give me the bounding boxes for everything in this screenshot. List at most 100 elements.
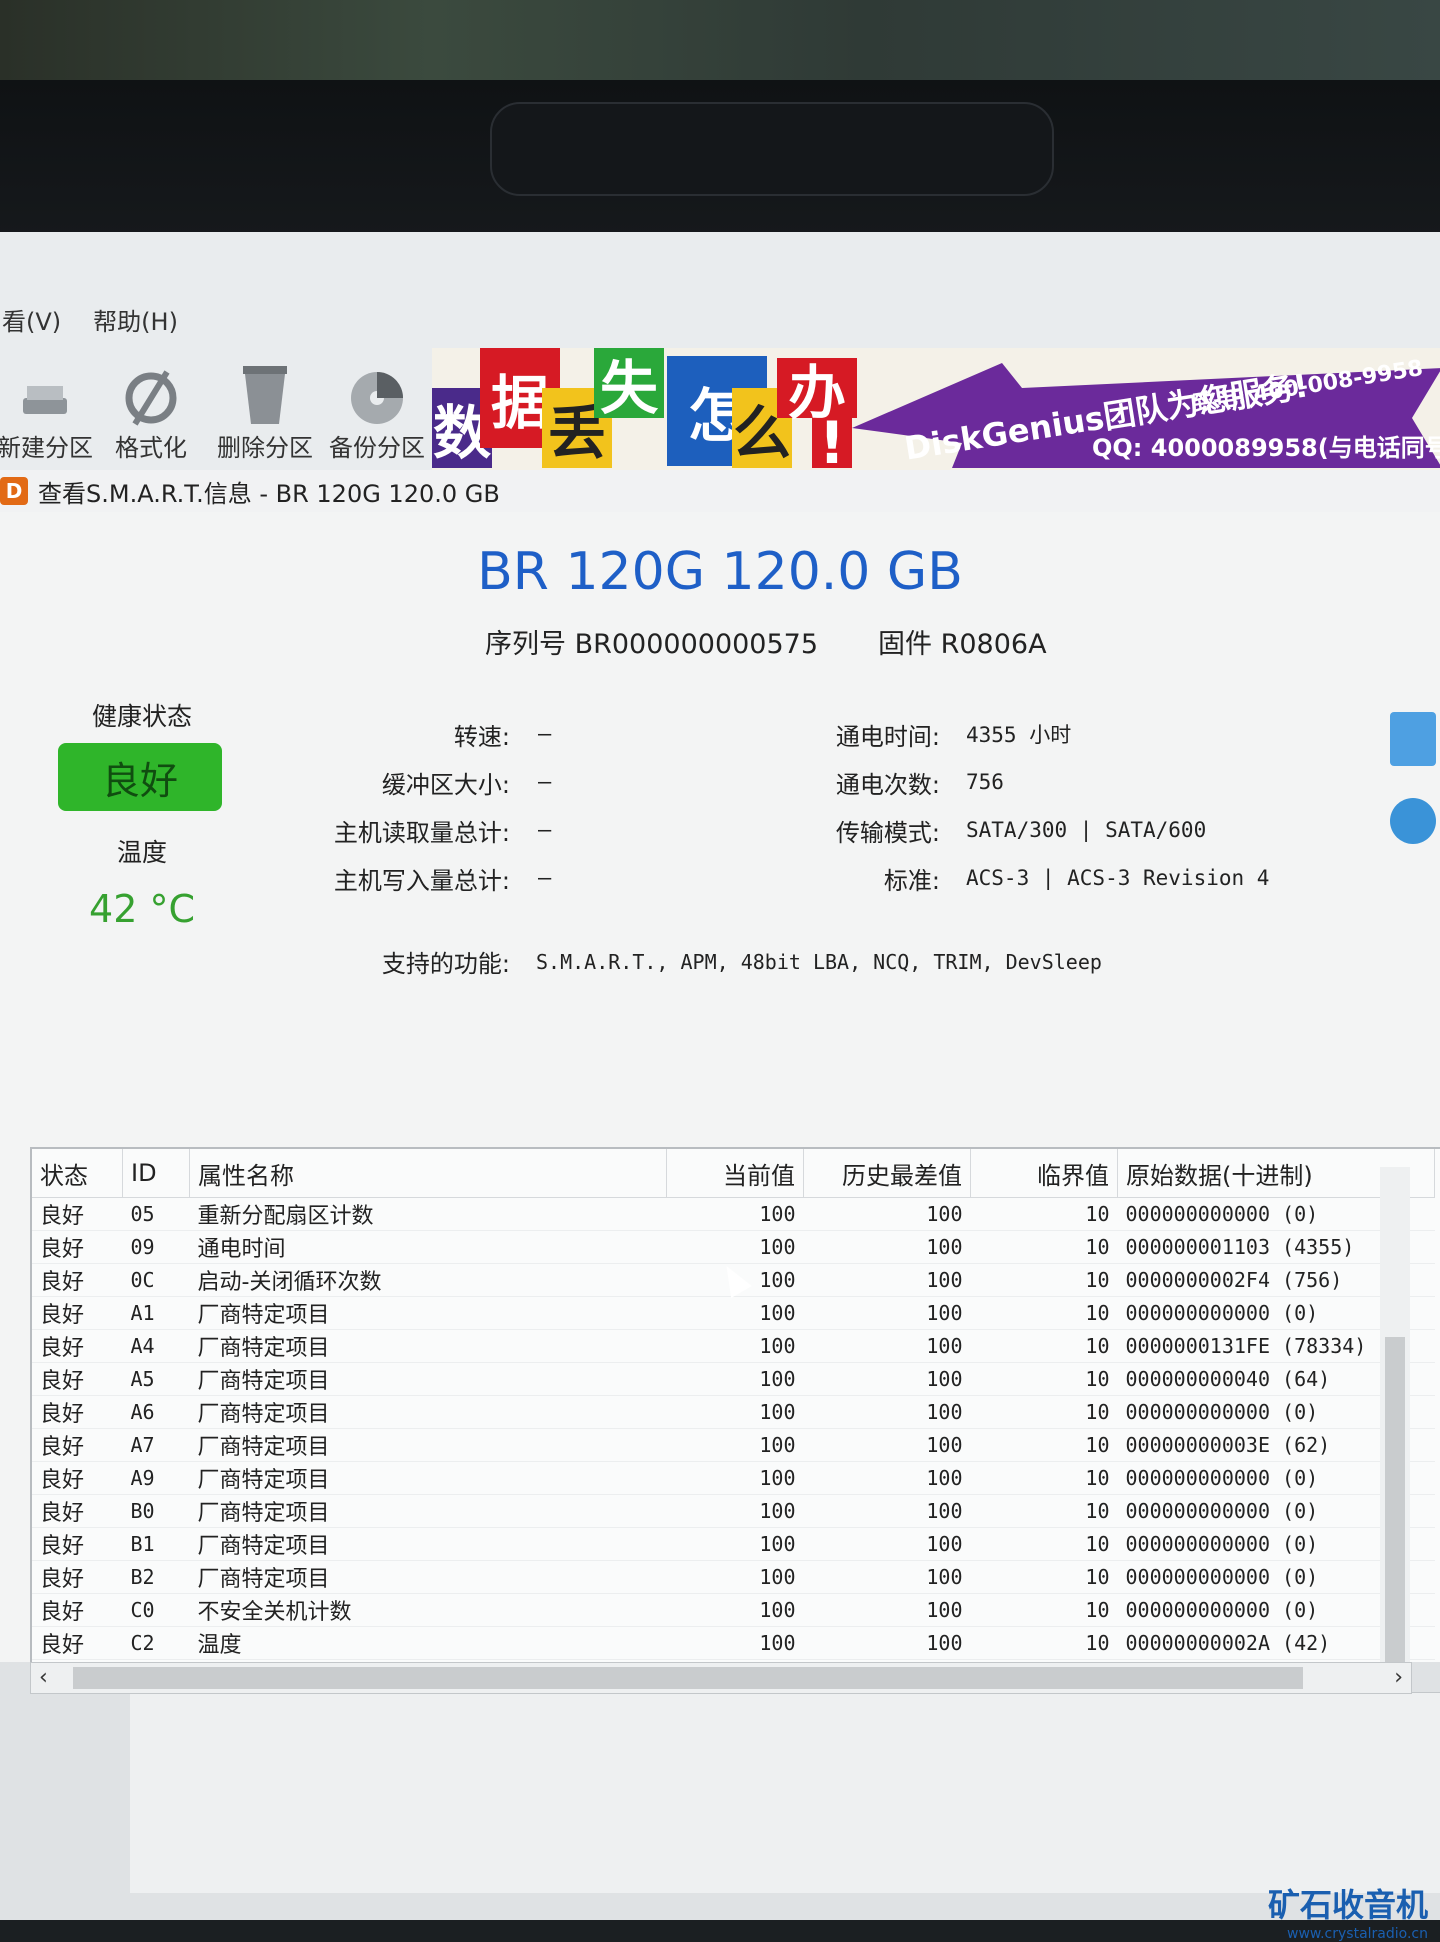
info-left: 转速: — 缓冲区大小: — 主机读取量总计: — 主机写入量总计: — — [300, 710, 560, 902]
info-row: 缓冲区大小: — — [300, 758, 560, 806]
watermark-name: 矿石收音机 — [1267, 1886, 1428, 1924]
col-worst[interactable]: 历史最差值 — [803, 1149, 971, 1198]
features-label: 支持的功能: — [381, 950, 510, 978]
table-row[interactable]: 良好 C0 不安全关机计数 100 100 10 000000000000 (0) — [32, 1593, 1435, 1627]
cell-attr-name: 厂商特定项目 — [189, 1560, 667, 1594]
col-attr-name[interactable]: 属性名称 — [189, 1149, 667, 1198]
cell-worst: 100 — [803, 1329, 971, 1363]
table-row[interactable]: 良好 A5 厂商特定项目 100 100 10 000000000040 (64) — [32, 1362, 1435, 1396]
cell-status: 良好 — [32, 1395, 123, 1429]
cell-worst: 100 — [803, 1527, 971, 1561]
table-row[interactable]: 良好 A1 厂商特定项目 100 100 10 000000000000 (0) — [32, 1296, 1435, 1330]
table-row[interactable]: 良好 B1 厂商特定项目 100 100 10 000000000000 (0) — [32, 1527, 1435, 1561]
cell-id: A7 — [122, 1428, 190, 1462]
serial-label: 序列号 — [485, 629, 566, 660]
monitor-notch — [490, 102, 1054, 196]
info-key: 通电时间: — [835, 722, 940, 751]
menu-view[interactable]: 看(V) — [0, 302, 63, 338]
table-row[interactable]: 良好 A4 厂商特定项目 100 100 10 0000000131FE (78334) — [32, 1329, 1435, 1363]
cell-attr-name: 不安全关机计数 — [189, 1593, 667, 1627]
table-row[interactable]: 良好 A7 厂商特定项目 100 100 10 00000000003E (62) — [32, 1428, 1435, 1462]
horizontal-scrollbar[interactable]: ‹ › — [30, 1662, 1412, 1694]
cell-status: 良好 — [32, 1263, 123, 1297]
new-partition-button[interactable]: 新建分区 — [0, 358, 100, 463]
cell-status: 良好 — [32, 1296, 123, 1330]
cell-current: 100 — [666, 1593, 804, 1627]
cell-worst: 100 — [803, 1197, 971, 1231]
col-status[interactable]: 状态 — [32, 1149, 123, 1198]
scroll-right-icon[interactable]: › — [1394, 1665, 1403, 1690]
cell-id: A6 — [122, 1395, 190, 1429]
table-row[interactable]: 良好 A6 厂商特定项目 100 100 10 000000000000 (0) — [32, 1395, 1435, 1429]
table-row[interactable]: 良好 B2 厂商特定项目 100 100 10 000000000000 (0) — [32, 1560, 1435, 1594]
cell-threshold: 10 — [970, 1527, 1118, 1561]
table-row[interactable]: 良好 09 通电时间 100 100 10 000000001103 (4355) — [32, 1230, 1435, 1264]
info-key: 转速: — [453, 722, 510, 751]
cell-attr-name: 启动-关闭循环次数 — [189, 1263, 667, 1297]
cell-worst: 100 — [803, 1626, 971, 1660]
cell-current: 100 — [666, 1527, 804, 1561]
cell-threshold: 10 — [970, 1461, 1118, 1495]
cell-id: A5 — [122, 1362, 190, 1396]
table-row[interactable]: 良好 C2 温度 100 100 10 00000000002A (42) — [32, 1626, 1435, 1660]
cell-status: 良好 — [32, 1428, 123, 1462]
cell-attr-name: 重新分配扇区计数 — [189, 1197, 667, 1231]
cell-attr-name: 厂商特定项目 — [189, 1527, 667, 1561]
table-row[interactable]: 良好 05 重新分配扇区计数 100 100 10 000000000000 (0) — [32, 1197, 1435, 1231]
info-key: 主机读取量总计: — [333, 818, 510, 847]
refresh-icon[interactable] — [1390, 798, 1436, 844]
cell-attr-name: 厂商特定项目 — [189, 1329, 667, 1363]
banner-tile: 失 — [594, 348, 664, 422]
serial-value: BR000000000575 — [574, 629, 819, 660]
cell-worst: 100 — [803, 1560, 971, 1594]
cell-attr-name: 厂商特定项目 — [189, 1362, 667, 1396]
cell-current: 100 — [666, 1560, 804, 1594]
col-threshold[interactable]: 临界值 — [970, 1149, 1118, 1198]
save-icon[interactable] — [1390, 712, 1436, 766]
table-row[interactable]: 良好 A9 厂商特定项目 100 100 10 000000000000 (0) — [32, 1461, 1435, 1495]
format-label: 格式化 — [115, 434, 187, 462]
health-panel: 健康状态 良好 温度 42 °C — [58, 697, 226, 931]
backup-partition-button[interactable]: 备份分区 — [322, 358, 432, 463]
table-row[interactable]: 良好 B0 厂商特定项目 100 100 10 000000000000 (0) — [32, 1494, 1435, 1528]
delete-partition-button[interactable]: 删除分区 — [210, 358, 320, 463]
cell-current: 100 — [666, 1362, 804, 1396]
screen: 看(V) 帮助(H) 新建分区 格式化 删除分区 备份分区 数 据 丢 失 怎 … — [0, 232, 1440, 1920]
cell-id: A4 — [122, 1329, 190, 1363]
cell-worst: 100 — [803, 1296, 971, 1330]
cell-current: 100 — [666, 1461, 804, 1495]
cell-threshold: 10 — [970, 1560, 1118, 1594]
temperature-value: 42 °C — [89, 887, 195, 931]
menu-help[interactable]: 帮助(H) — [91, 302, 180, 338]
info-key: 传输模式: — [835, 818, 940, 847]
cell-status: 良好 — [32, 1593, 123, 1627]
cell-status: 良好 — [32, 1197, 123, 1231]
disk-title: BR 120G 120.0 GB — [477, 542, 963, 602]
cell-status: 良好 — [32, 1362, 123, 1396]
scroll-left-icon[interactable]: ‹ — [39, 1665, 48, 1690]
info-value: — — [538, 865, 552, 891]
cell-attr-name: 通电时间 — [189, 1230, 667, 1264]
table-header: 状态 ID 属性名称 当前值 历史最差值 临界值 原始数据(十进制) — [32, 1149, 1435, 1198]
cell-id: B2 — [122, 1560, 190, 1594]
promo-qq: QQ: 4000089958(与电话同号) — [1092, 434, 1440, 462]
cell-threshold: 10 — [970, 1395, 1118, 1429]
advert-banner[interactable]: 数 据 丢 失 怎 么 办 ! DiskGenius团队为您服务! 致电: 40… — [432, 348, 1440, 478]
cell-status: 良好 — [32, 1230, 123, 1264]
cell-id: B0 — [122, 1494, 190, 1528]
cell-threshold: 10 — [970, 1494, 1118, 1528]
info-value: — — [538, 817, 552, 843]
cell-current: 100 — [666, 1329, 804, 1363]
format-button[interactable]: 格式化 — [96, 358, 206, 463]
firmware-info: 固件 R0806A — [878, 622, 1047, 661]
cell-attr-name: 厂商特定项目 — [189, 1461, 667, 1495]
cell-threshold: 10 — [970, 1329, 1118, 1363]
col-current[interactable]: 当前值 — [666, 1149, 804, 1198]
cell-attr-name: 厂商特定项目 — [189, 1395, 667, 1429]
info-value: ACS-3 | ACS-3 Revision 4 — [966, 866, 1270, 890]
col-id[interactable]: ID — [122, 1149, 190, 1198]
features-row: 支持的功能: S.M.A.R.T., APM, 48bit LBA, NCQ, … — [300, 944, 1102, 979]
horizontal-scroll-thumb[interactable] — [73, 1667, 1303, 1689]
cell-current: 100 — [666, 1428, 804, 1462]
cell-threshold: 10 — [970, 1197, 1118, 1231]
